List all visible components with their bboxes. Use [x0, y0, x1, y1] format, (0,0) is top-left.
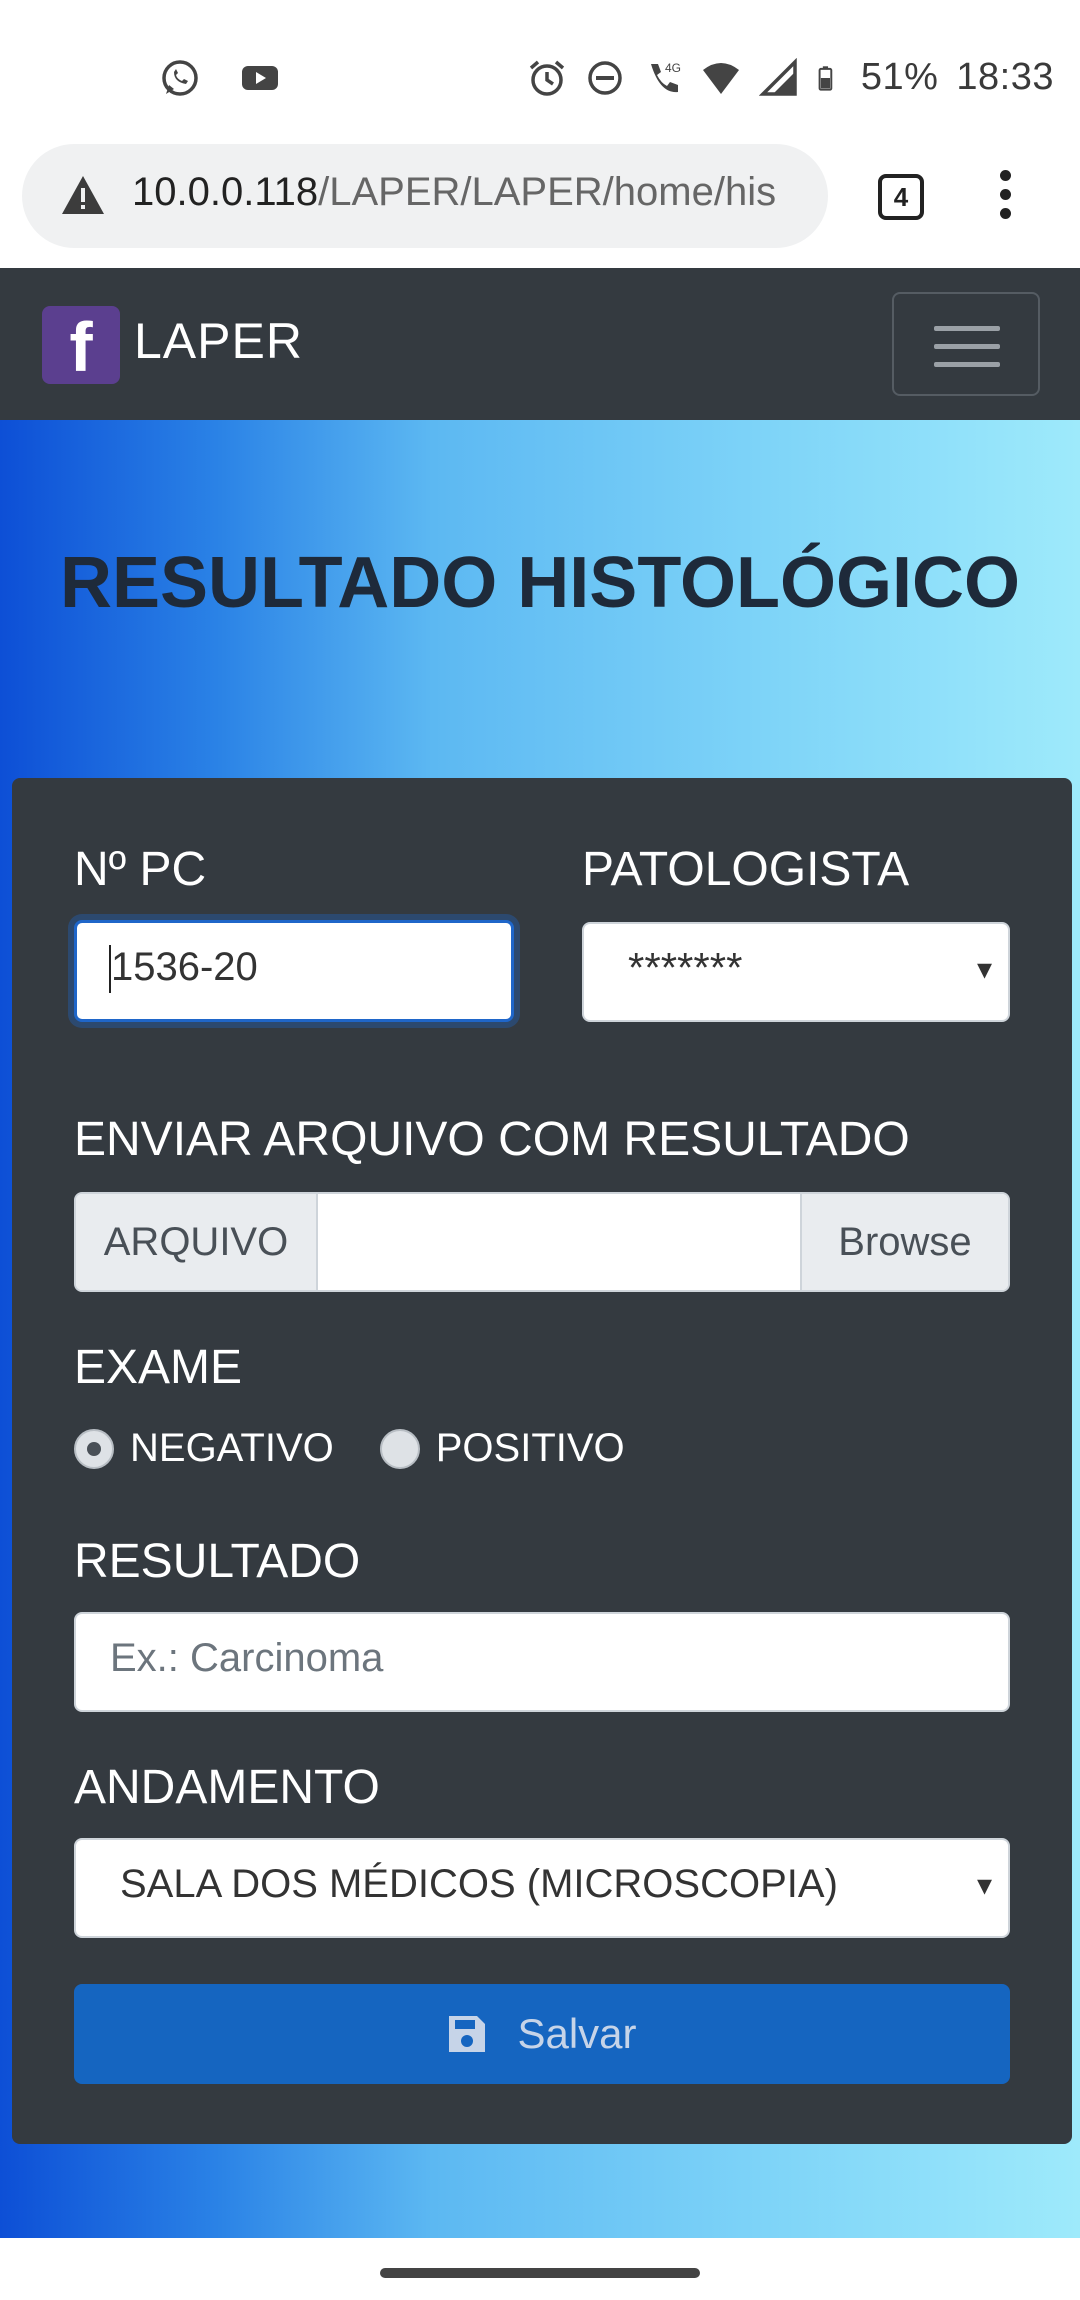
chevron-down-icon: ▾: [976, 953, 992, 986]
brand-name[interactable]: LAPER: [134, 312, 303, 370]
page-title: RESULTADO HISTOLÓGICO: [59, 543, 1020, 623]
wifi-icon: [702, 62, 739, 94]
pc-input[interactable]: 1536-20: [74, 920, 514, 1022]
volte-call-icon: 4G: [650, 61, 681, 92]
andamento-select[interactable]: SALA DOS MÉDICOS (MICROSCOPIA) ▾: [74, 1838, 1010, 1938]
radio-negativo-label[interactable]: NEGATIVO: [130, 1426, 334, 1471]
url-host: 10.0.0.118: [132, 170, 319, 214]
andamento-label: ANDAMENTO: [74, 1761, 380, 1814]
brand-logo[interactable]: f: [42, 306, 120, 386]
radio-positivo-label[interactable]: POSITIVO: [436, 1426, 625, 1471]
signal-icon: [758, 57, 797, 96]
resultado-input[interactable]: Ex.: Carcinoma: [74, 1612, 1010, 1712]
tab-switcher-button[interactable]: 4: [878, 174, 924, 220]
resultado-label: RESULTADO: [74, 1535, 361, 1588]
battery-icon: [818, 65, 833, 91]
warning-icon[interactable]: [60, 174, 106, 216]
file-label: ENVIAR ARQUIVO COM RESULTADO: [74, 1113, 910, 1166]
patologista-value: *******: [628, 944, 743, 991]
save-button-label: Salvar: [517, 2010, 637, 2057]
svg-text:4G: 4G: [665, 61, 681, 75]
exame-radio-group: NEGATIVO POSITIVO: [74, 1426, 671, 1471]
navbar: f LAPER: [0, 268, 1080, 420]
file-prefix-label: ARQUIVO: [76, 1194, 318, 1290]
page-background: RESULTADO HISTOLÓGICO Nº PC 1536-20 PATO…: [0, 420, 1080, 2238]
save-button[interactable]: Salvar: [74, 1984, 1010, 2084]
form-card: Nº PC 1536-20 PATOLOGISTA ******* ▾ ENVI…: [12, 778, 1072, 2144]
chevron-down-icon: ▾: [976, 1869, 992, 1902]
pc-input-value: 1536-20: [111, 945, 258, 989]
browser-toolbar: 10.0.0.118/LAPER/LAPER/home/his 4: [0, 140, 1080, 268]
do-not-disturb-icon: [588, 60, 622, 95]
youtube-icon: [242, 66, 278, 90]
hamburger-line: [934, 362, 1000, 367]
status-bar: 4G 51% 18:33: [0, 0, 1080, 140]
patologista-select[interactable]: ******* ▾: [582, 922, 1010, 1022]
battery-percentage: 51%: [860, 56, 939, 98]
navbar-toggler-button[interactable]: [892, 292, 1040, 396]
radio-positivo[interactable]: [379, 1428, 420, 1469]
address-bar[interactable]: 10.0.0.118/LAPER/LAPER/home/his: [22, 144, 828, 248]
whatsapp-icon: [162, 60, 198, 96]
patologista-label: PATOLOGISTA: [582, 843, 910, 896]
radio-negativo[interactable]: [74, 1428, 114, 1469]
file-upload-input[interactable]: ARQUIVO Browse: [74, 1192, 1010, 1292]
clock: 18:33: [956, 56, 1054, 98]
alarm-icon: [529, 60, 564, 96]
url-text[interactable]: 10.0.0.118/LAPER/LAPER/home/his: [132, 170, 822, 215]
hamburger-line: [934, 326, 1000, 331]
browser-menu-icon[interactable]: [990, 170, 1020, 226]
home-indicator[interactable]: [380, 2268, 700, 2278]
resultado-placeholder: Ex.: Carcinoma: [110, 1636, 384, 1680]
exame-label: EXAME: [74, 1341, 243, 1394]
browse-button[interactable]: Browse: [800, 1194, 1008, 1290]
pc-label: Nº PC: [74, 843, 207, 896]
gesture-bar: [0, 2238, 1080, 2300]
andamento-value: SALA DOS MÉDICOS (MICROSCOPIA): [120, 1862, 838, 1906]
hamburger-line: [934, 344, 1000, 349]
floppy-disk-icon: [449, 2016, 486, 2052]
url-path: /LAPER/LAPER/home/his: [318, 170, 777, 214]
